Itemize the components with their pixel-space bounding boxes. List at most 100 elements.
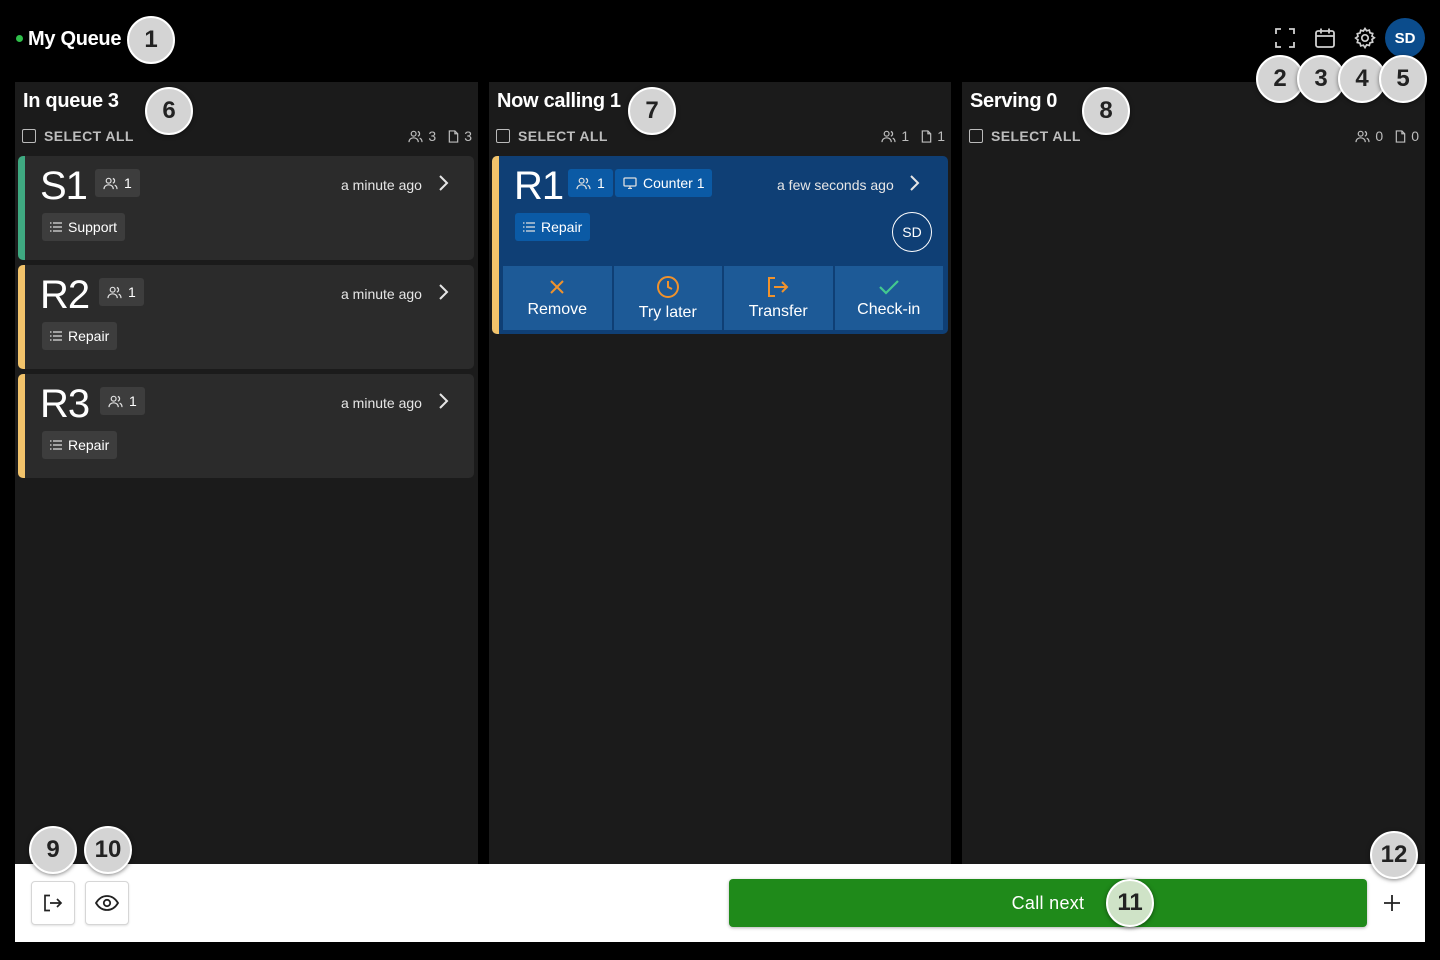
service-chip: Repair bbox=[42, 431, 118, 459]
service-name: Repair bbox=[541, 219, 583, 235]
add-button[interactable] bbox=[1377, 888, 1407, 918]
select-all-checkbox[interactable]: SELECT ALL bbox=[22, 128, 134, 144]
eye-icon bbox=[95, 895, 119, 911]
people-icon bbox=[107, 286, 122, 298]
party-size: 1 bbox=[129, 393, 137, 409]
column-title-text: In queue bbox=[23, 90, 103, 112]
check-in-label: Check-in bbox=[857, 300, 921, 318]
party-size-chip: 1 bbox=[568, 169, 613, 197]
user-avatar[interactable]: SD bbox=[1385, 18, 1425, 58]
check-icon bbox=[878, 279, 899, 295]
people-count-value: 0 bbox=[1375, 128, 1384, 144]
column-title: Serving 0 bbox=[970, 90, 1057, 113]
ticket-accent bbox=[492, 156, 499, 334]
chevron-right-icon[interactable] bbox=[436, 392, 450, 410]
ticket-count-value: 0 bbox=[1411, 128, 1419, 144]
transfer-label: Transfer bbox=[748, 302, 808, 320]
counter-name: Counter 1 bbox=[643, 175, 705, 191]
people-count-value: 1 bbox=[901, 128, 910, 144]
ticket-accent bbox=[18, 156, 25, 260]
logout-button[interactable] bbox=[31, 881, 75, 925]
ticket-time: a minute ago bbox=[341, 177, 422, 193]
clock-icon bbox=[656, 275, 679, 298]
calendar-button[interactable] bbox=[1309, 22, 1341, 54]
ticket-count-value: 1 bbox=[937, 128, 945, 144]
people-icon bbox=[881, 130, 897, 142]
party-size-chip: 1 bbox=[100, 387, 145, 415]
service-chip: Repair bbox=[42, 322, 118, 350]
party-size: 1 bbox=[597, 175, 605, 191]
call-next-button[interactable]: Call next bbox=[729, 879, 1367, 927]
document-icon bbox=[921, 129, 932, 143]
remove-button[interactable]: Remove bbox=[503, 266, 612, 330]
callout-badge: 6 bbox=[145, 87, 193, 135]
party-size-chip: 1 bbox=[95, 169, 140, 197]
select-all-label: SELECT ALL bbox=[991, 128, 1081, 144]
column-title-text: Now calling bbox=[497, 90, 605, 112]
people-icon bbox=[408, 130, 424, 142]
callout-badge: 5 bbox=[1379, 55, 1427, 103]
column-stats: 3 3 bbox=[396, 128, 472, 144]
document-icon bbox=[448, 129, 459, 143]
callout-badge: 10 bbox=[84, 826, 132, 874]
callout-badge: 8 bbox=[1082, 87, 1130, 135]
chevron-right-icon[interactable] bbox=[436, 283, 450, 301]
people-count-value: 3 bbox=[428, 128, 437, 144]
bottom-bar: Call next bbox=[15, 864, 1425, 942]
ticket-accent bbox=[18, 265, 25, 369]
party-size: 1 bbox=[128, 284, 136, 300]
people-icon bbox=[576, 177, 591, 189]
ticket-card-r1[interactable]: R1 1 Counter 1 a few seconds ago Repair … bbox=[492, 156, 948, 334]
visibility-button[interactable] bbox=[85, 881, 129, 925]
fullscreen-icon bbox=[1275, 28, 1295, 48]
ticket-number: S1 bbox=[40, 164, 88, 208]
service-name: Repair bbox=[68, 328, 110, 344]
monitor-icon bbox=[623, 177, 637, 189]
ticket-count-value: 3 bbox=[464, 128, 472, 144]
ticket-number: R3 bbox=[40, 382, 90, 426]
people-icon bbox=[108, 395, 123, 407]
callout-badge: 9 bbox=[29, 826, 77, 874]
column-title: Now calling 1 bbox=[497, 90, 621, 113]
settings-button[interactable] bbox=[1349, 22, 1381, 54]
transfer-button[interactable]: Transfer bbox=[724, 266, 833, 330]
try-later-button[interactable]: Try later bbox=[613, 266, 722, 330]
list-icon bbox=[50, 440, 62, 450]
ticket-card-r3[interactable]: R3 1 a minute ago Repair bbox=[18, 374, 474, 478]
select-all-checkbox[interactable]: SELECT ALL bbox=[969, 128, 1081, 144]
chevron-right-icon[interactable] bbox=[907, 174, 921, 192]
ticket-actions: Remove Try later Transfer Check-in bbox=[503, 266, 943, 330]
callout-badge: 12 bbox=[1370, 831, 1418, 879]
logout-icon bbox=[44, 894, 63, 912]
top-bar: My Queue SD bbox=[0, 0, 1440, 80]
transfer-icon bbox=[768, 276, 789, 297]
check-in-button[interactable]: Check-in bbox=[834, 266, 943, 330]
service-name: Repair bbox=[68, 437, 110, 453]
callout-badge: 1 bbox=[127, 16, 175, 64]
checkbox-icon bbox=[969, 129, 983, 143]
checkbox-icon bbox=[496, 129, 510, 143]
select-all-checkbox[interactable]: SELECT ALL bbox=[496, 128, 608, 144]
assignee-avatar[interactable]: SD bbox=[892, 212, 932, 252]
plus-icon bbox=[1384, 895, 1400, 911]
list-icon bbox=[50, 222, 62, 232]
people-count: 0 bbox=[1355, 128, 1383, 144]
column-stats: 1 1 bbox=[869, 128, 945, 144]
callout-badge: 7 bbox=[628, 87, 676, 135]
select-all-label: SELECT ALL bbox=[518, 128, 608, 144]
fullscreen-button[interactable] bbox=[1269, 22, 1301, 54]
status-indicator bbox=[16, 35, 23, 42]
people-icon bbox=[103, 177, 118, 189]
column-count: 3 bbox=[107, 90, 119, 112]
ticket-card-r2[interactable]: R2 1 a minute ago Repair bbox=[18, 265, 474, 369]
page-title: My Queue bbox=[28, 28, 122, 50]
ticket-time: a few seconds ago bbox=[777, 177, 894, 193]
ticket-number: R1 bbox=[514, 164, 564, 208]
column-stats: 0 0 bbox=[1343, 128, 1419, 144]
ticket-card-s1[interactable]: S1 1 a minute ago Support bbox=[18, 156, 474, 260]
chevron-right-icon[interactable] bbox=[436, 174, 450, 192]
column-count: 0 bbox=[1046, 90, 1058, 112]
ticket-number: R2 bbox=[40, 273, 90, 317]
close-icon bbox=[550, 279, 564, 294]
column-title: In queue 3 bbox=[23, 90, 119, 113]
